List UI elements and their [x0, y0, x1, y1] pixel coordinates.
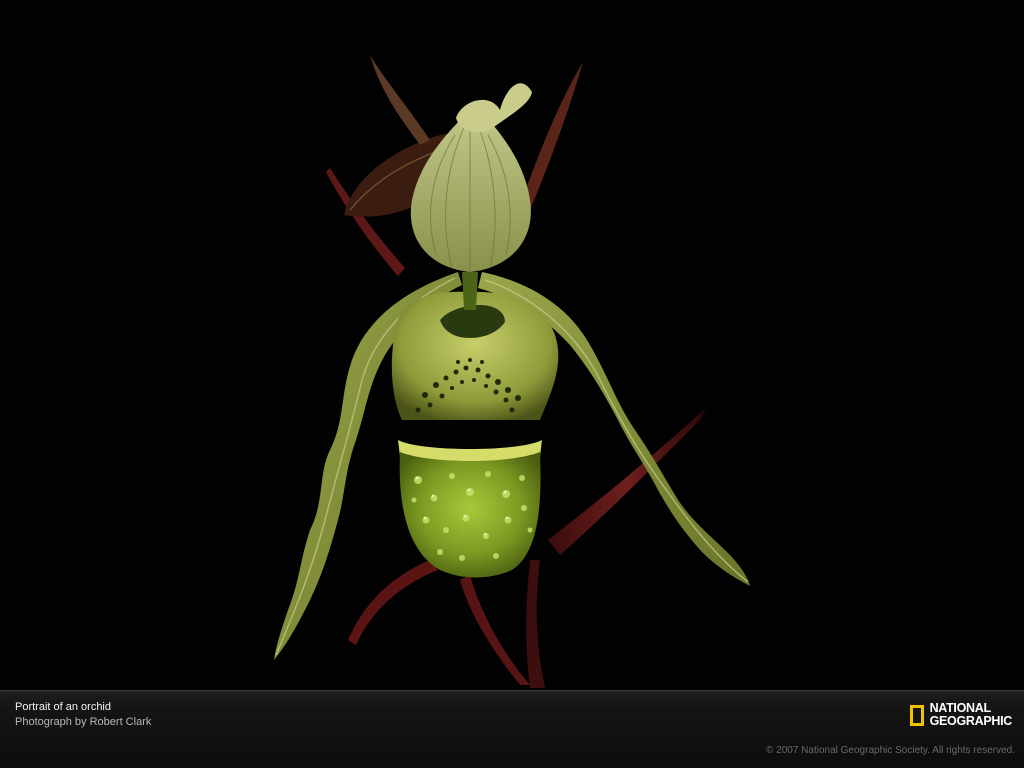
caption-bar: Portrait of an orchid Photograph by Robe…	[0, 690, 1024, 768]
background-leaf	[348, 560, 438, 645]
national-geographic-logo: NATIONAL GEOGRAPHIC	[909, 700, 1013, 730]
dorsal-sepal-tip	[456, 83, 532, 133]
sepal-tip	[520, 62, 583, 210]
orchid-photo	[0, 0, 1024, 690]
wallpaper-page: Portrait of an orchid Photograph by Robe…	[0, 0, 1024, 768]
copyright-notice: © 2007 National Geographic Society. All …	[766, 745, 1015, 756]
yellow-border-icon	[909, 704, 924, 726]
column	[462, 272, 478, 310]
dorsal-sepal	[410, 110, 531, 272]
background-leaf	[460, 575, 530, 685]
photo-credit: Photograph by Robert Clark	[15, 716, 152, 728]
orchid-illustration	[274, 55, 750, 688]
photo-title: Portrait of an orchid	[15, 701, 111, 713]
pouch-lip	[399, 452, 541, 578]
logo-line-2: GEOGRAPHIC	[929, 714, 1013, 728]
flower-stem	[526, 560, 545, 688]
logo-wordmark: NATIONAL GEOGRAPHIC	[929, 702, 1013, 728]
sepal-tip	[370, 55, 430, 145]
